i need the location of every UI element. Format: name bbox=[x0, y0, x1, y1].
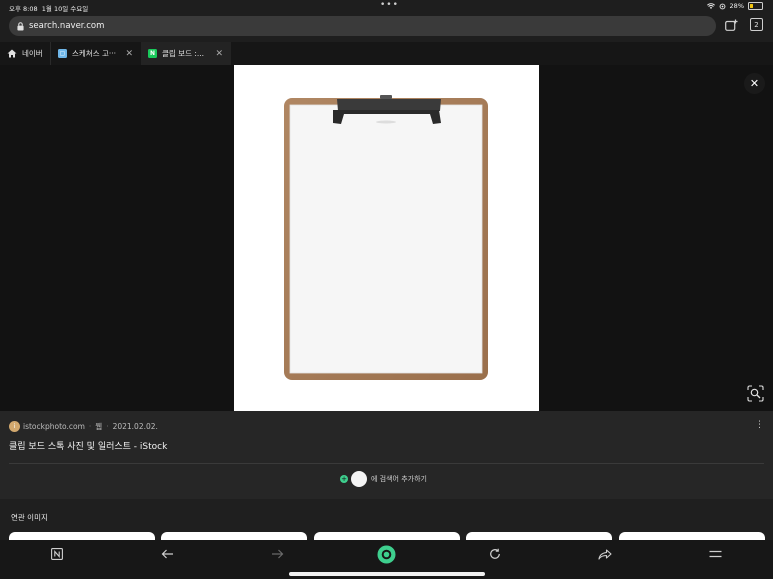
wifi-icon bbox=[706, 2, 715, 9]
new-tab-icon[interactable] bbox=[725, 19, 738, 31]
address-text: search.naver.com bbox=[29, 21, 105, 31]
arrow-right-icon bbox=[271, 549, 283, 559]
home-icon bbox=[7, 49, 17, 58]
menu-button[interactable] bbox=[705, 546, 725, 562]
result-title[interactable]: 클립 보드 스톡 사진 및 일러스트 - iStock bbox=[9, 439, 167, 452]
bottom-toolbar bbox=[0, 540, 773, 579]
tab-close-icon[interactable]: ✕ bbox=[215, 49, 223, 59]
clipboard-illustration bbox=[284, 95, 488, 380]
naver-favicon-icon: N bbox=[148, 49, 157, 58]
forward-button[interactable] bbox=[267, 546, 287, 562]
arrow-left-icon bbox=[161, 549, 173, 559]
tab-close-icon[interactable]: ✕ bbox=[125, 49, 133, 59]
home-indicator[interactable] bbox=[289, 572, 485, 576]
tab-naver[interactable]: 네이버 bbox=[0, 42, 50, 65]
source-date: 2021.02.02. bbox=[112, 422, 158, 431]
status-bar: 오후 8:08 1월 10일 수요일 ••• 28% bbox=[0, 0, 773, 13]
location-icon bbox=[719, 3, 725, 9]
image-viewer: ✕ bbox=[0, 65, 773, 411]
more-options-icon[interactable]: ⋮ bbox=[755, 420, 764, 430]
tab-label: 스케쳐스 고··· bbox=[72, 49, 117, 58]
add-keyword-text: 에 검색어 추가하기 bbox=[371, 475, 427, 483]
multitask-dots[interactable]: ••• bbox=[380, 0, 399, 10]
battery-percent: 28% bbox=[729, 2, 744, 10]
tab-count-button[interactable]: 2 bbox=[750, 18, 763, 31]
istock-favicon-icon: i bbox=[9, 421, 20, 432]
source-row[interactable]: i istockphoto.com · 웹 · 2021.02.02. bbox=[9, 421, 158, 432]
image-info-panel: i istockphoto.com · 웹 · 2021.02.02. 클립 보… bbox=[0, 411, 773, 499]
status-right: 28% bbox=[706, 2, 763, 10]
tab-bar: 네이버 ▢ 스케쳐스 고··· ✕ N 클립 보드 :... ✕ bbox=[0, 42, 773, 65]
share-arrow-icon bbox=[598, 548, 612, 560]
tab-label: 클립 보드 :... bbox=[162, 49, 205, 58]
tab-clipboard[interactable]: N 클립 보드 :... ✕ bbox=[141, 42, 231, 65]
source-kind: 웹 bbox=[95, 422, 103, 431]
battery-icon bbox=[748, 2, 763, 10]
green-dot-icon bbox=[377, 545, 395, 563]
naver-n-icon bbox=[51, 548, 63, 560]
tab-label: 네이버 bbox=[22, 49, 43, 58]
add-keyword-row[interactable]: + 에 검색어 추가하기 bbox=[340, 471, 427, 487]
related-images-section: 연관 이미지 bbox=[0, 499, 773, 542]
clipboard-photo[interactable] bbox=[234, 65, 539, 411]
reload-icon bbox=[490, 548, 500, 559]
plus-icon: + bbox=[340, 475, 348, 483]
source-domain: istockphoto.com bbox=[23, 422, 85, 431]
close-viewer-button[interactable]: ✕ bbox=[744, 73, 765, 94]
lock-icon bbox=[17, 21, 24, 30]
green-dot-button[interactable] bbox=[376, 543, 396, 565]
keyword-bubble bbox=[351, 471, 367, 487]
site-favicon-icon: ▢ bbox=[58, 49, 67, 58]
related-images-label: 연관 이미지 bbox=[11, 513, 48, 522]
back-button[interactable] bbox=[157, 546, 177, 562]
hamburger-icon bbox=[709, 550, 721, 558]
visual-search-icon[interactable] bbox=[747, 385, 764, 402]
naver-home-button[interactable] bbox=[47, 546, 67, 562]
address-bar[interactable]: search.naver.com bbox=[9, 16, 716, 36]
divider bbox=[9, 463, 764, 464]
address-bar-area: search.naver.com 2 bbox=[0, 13, 773, 42]
status-time: 오후 8:08 1월 10일 수요일 bbox=[9, 5, 89, 13]
reload-button[interactable] bbox=[485, 546, 505, 562]
share-button[interactable] bbox=[595, 546, 615, 562]
tab-skechers[interactable]: ▢ 스케쳐스 고··· ✕ bbox=[50, 42, 141, 65]
